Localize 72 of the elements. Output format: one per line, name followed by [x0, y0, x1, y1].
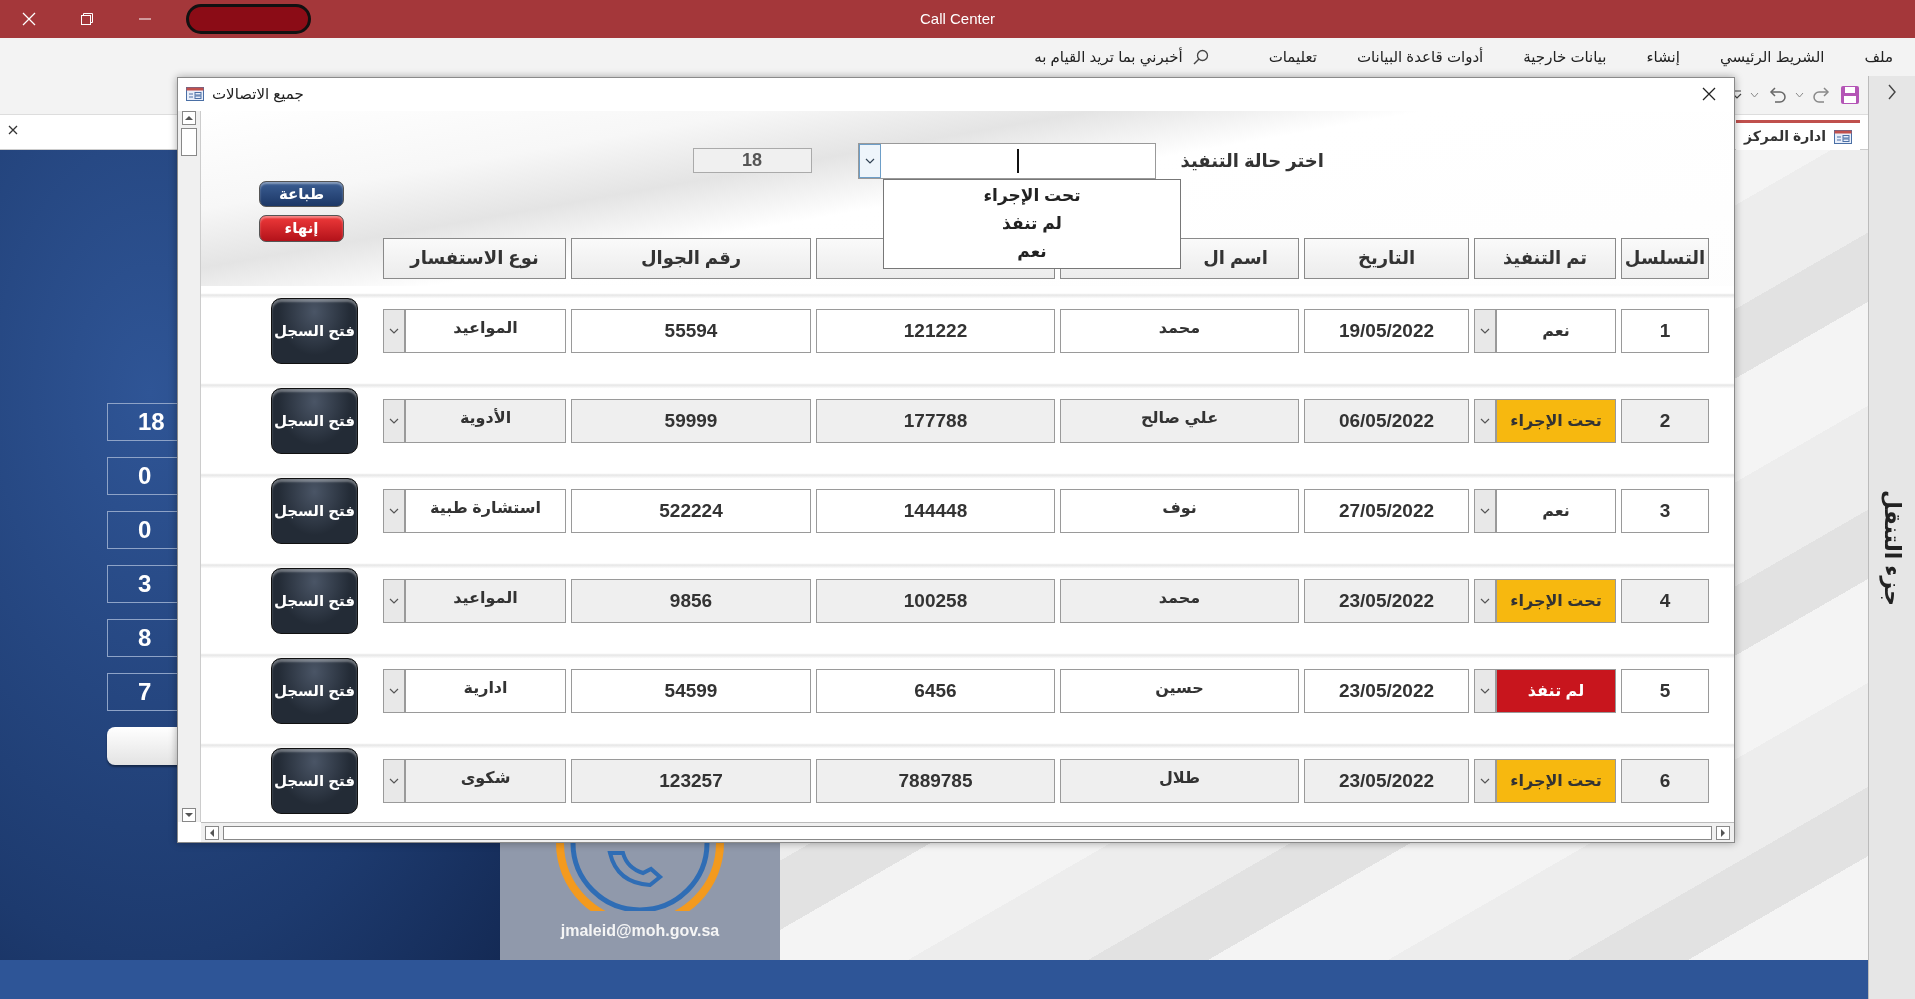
table-cell: 6 — [1621, 758, 1709, 803]
inquiry-field[interactable]: استشارة طبية — [405, 488, 566, 533]
table-cell: 3 — [1621, 488, 1709, 533]
table-cell: 100258 — [816, 578, 1055, 623]
table-cell: 19/05/2022 — [1304, 308, 1469, 353]
popup-title: جميع الاتصالات — [212, 84, 304, 105]
filter-label: اختر حالة التنفيذ — [1180, 149, 1324, 174]
status-field[interactable]: تحت الإجراء — [1496, 398, 1616, 443]
table-cell: 54599 — [571, 668, 811, 713]
table-cell: علي صالح — [1060, 398, 1299, 443]
count-field: 18 — [692, 147, 812, 173]
table-cell: 23/05/2022 — [1304, 758, 1469, 803]
inquiry-field[interactable]: المواعيد — [405, 308, 566, 353]
table-cell: 177788 — [816, 398, 1055, 443]
table-cell: 1 — [1621, 308, 1709, 353]
navigation-pane-title: جزء التنقل — [1878, 490, 1906, 607]
open-record-button[interactable]: فتح السجل — [271, 477, 358, 544]
status-field[interactable]: تحت الإجراء — [1496, 758, 1616, 803]
tell-me-box[interactable]: أخبرني بما تريد القيام به — [1034, 45, 1183, 69]
open-record-button[interactable]: فتح السجل — [271, 657, 358, 724]
open-record-button[interactable]: فتح السجل — [271, 387, 358, 454]
status-field[interactable]: نعم — [1496, 308, 1616, 353]
email-text: jmaleid@moh.gov.sa — [560, 921, 720, 941]
table-cell: 27/05/2022 — [1304, 488, 1469, 533]
open-record-button[interactable]: فتح السجل — [271, 747, 358, 814]
table-cell: 144448 — [816, 488, 1055, 533]
open-record-button[interactable]: فتح السجل — [271, 567, 358, 634]
menu-item[interactable]: إنشاء — [1626, 45, 1700, 69]
print-button[interactable]: طباعة — [259, 180, 344, 208]
table-cell: 59999 — [571, 398, 811, 443]
inquiry-field[interactable]: الأدوية — [405, 398, 566, 443]
inquiry-field[interactable]: المواعيد — [405, 578, 566, 623]
table-cell: 06/05/2022 — [1304, 398, 1469, 443]
table-cell: محمد — [1060, 308, 1299, 353]
table-cell: نوف — [1060, 488, 1299, 533]
inquiry-field[interactable]: شكوى — [405, 758, 566, 803]
table-cell: 2 — [1621, 398, 1709, 443]
table-cell: 7889785 — [816, 758, 1055, 803]
menu-item[interactable]: الشريط الرئيسي — [1699, 45, 1845, 69]
menu-item[interactable]: تعليمات — [1248, 45, 1337, 69]
menu-item[interactable]: ملف — [1844, 45, 1913, 69]
status-field[interactable]: نعم — [1496, 488, 1616, 533]
table-cell: 123257 — [571, 758, 811, 803]
status-field[interactable]: تحت الإجراء — [1496, 578, 1616, 623]
table-cell: 522224 — [571, 488, 811, 533]
table-cell: 121222 — [816, 308, 1055, 353]
column-header[interactable]: نوع الاستفسار — [383, 237, 566, 279]
dropdown-option[interactable]: تحت الإجراء — [884, 181, 1180, 210]
table-cell: 4 — [1621, 578, 1709, 623]
menu-item[interactable]: بيانات خارجية — [1503, 45, 1627, 69]
column-header[interactable]: تم التنفيذ — [1474, 237, 1616, 279]
table-cell: طلال — [1060, 758, 1299, 803]
document-tab[interactable]: ادارة المركز — [1736, 120, 1860, 150]
inquiry-field[interactable]: ادارية — [405, 668, 566, 713]
window-title: Call Center — [920, 9, 995, 29]
menu-item[interactable]: أدوات قاعدة البيانات — [1336, 45, 1504, 69]
status-field[interactable]: لم تنفذ — [1496, 668, 1616, 713]
column-header[interactable]: التاريخ — [1304, 237, 1469, 279]
table-cell: 23/05/2022 — [1304, 668, 1469, 713]
column-header[interactable]: التسلسل — [1621, 237, 1709, 279]
table-cell: حسين — [1060, 668, 1299, 713]
exit-button[interactable]: إنهاء — [259, 215, 344, 242]
column-header[interactable]: رقم الجوال — [571, 237, 811, 279]
dropdown-option[interactable]: لم تنفذ — [884, 209, 1180, 238]
table-cell: 5 — [1621, 668, 1709, 713]
dropdown-option[interactable]: نعم — [884, 237, 1180, 266]
table-cell: 6456 — [816, 668, 1055, 713]
table-cell: 23/05/2022 — [1304, 578, 1469, 623]
table-cell: 9856 — [571, 578, 811, 623]
table-cell: 55594 — [571, 308, 811, 353]
open-record-button[interactable]: فتح السجل — [271, 297, 358, 364]
table-cell: محمد — [1060, 578, 1299, 623]
